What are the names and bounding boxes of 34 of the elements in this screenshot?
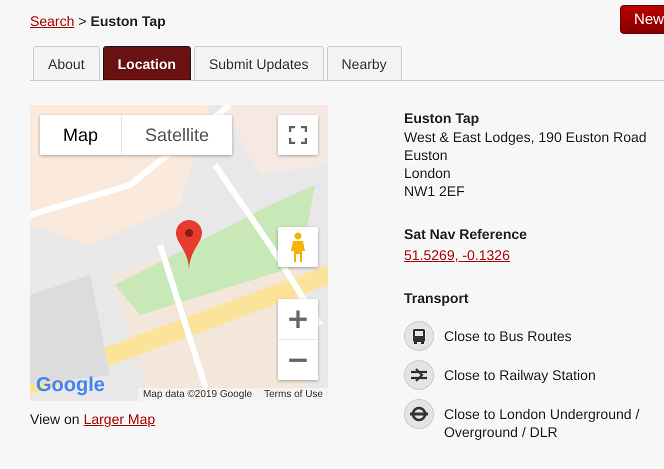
transport-label: Close to Railway Station: [444, 366, 597, 384]
address-line: London: [404, 164, 452, 182]
address-line: NW1 2EF: [404, 182, 466, 200]
person-icon: [291, 232, 305, 262]
breadcrumb-separator: >: [78, 13, 87, 29]
railway-icon: [404, 360, 434, 390]
underground-icon: [404, 399, 434, 429]
map-type-button[interactable]: Satellite: [122, 115, 232, 155]
new-button[interactable]: New: [620, 5, 664, 34]
tab[interactable]: About: [33, 46, 100, 80]
venue-name: Euston Tap: [404, 109, 480, 127]
zoom-in-button[interactable]: +: [278, 299, 318, 339]
transport-label: Close to London Underground / Overground / DLR: [444, 405, 640, 441]
zoom-out-button[interactable]: −: [278, 340, 318, 380]
breadcrumb-link[interactable]: Search: [30, 13, 74, 29]
address-line: West & East Lodges, 190 Euston Road: [404, 128, 648, 146]
transport-label: Close to Bus Routes: [444, 327, 573, 345]
fullscreen-button[interactable]: [278, 115, 318, 155]
tab[interactable]: Submit Updates: [194, 46, 324, 80]
coordinates-link[interactable]: 51.5269, -0.1326: [404, 246, 510, 264]
section-heading: Sat Nav Reference: [404, 225, 528, 243]
tab[interactable]: Nearby: [326, 46, 402, 80]
larger-map-label: View on: [30, 411, 80, 427]
map-attribution: Map data ©2019 Google: [142, 389, 252, 400]
larger-map-link[interactable]: Larger Map: [84, 411, 156, 427]
terms-link[interactable]: Terms of Use: [264, 389, 323, 400]
breadcrumb-current: Euston Tap: [90, 13, 166, 29]
section-heading: Transport: [404, 289, 470, 307]
tab[interactable]: Location: [102, 46, 191, 80]
map-logo: Google: [36, 374, 105, 397]
map-type-button[interactable]: Map: [40, 115, 122, 155]
fullscreen-icon: [289, 126, 307, 144]
address-line: Euston: [404, 146, 449, 164]
bus-icon: [404, 321, 434, 351]
